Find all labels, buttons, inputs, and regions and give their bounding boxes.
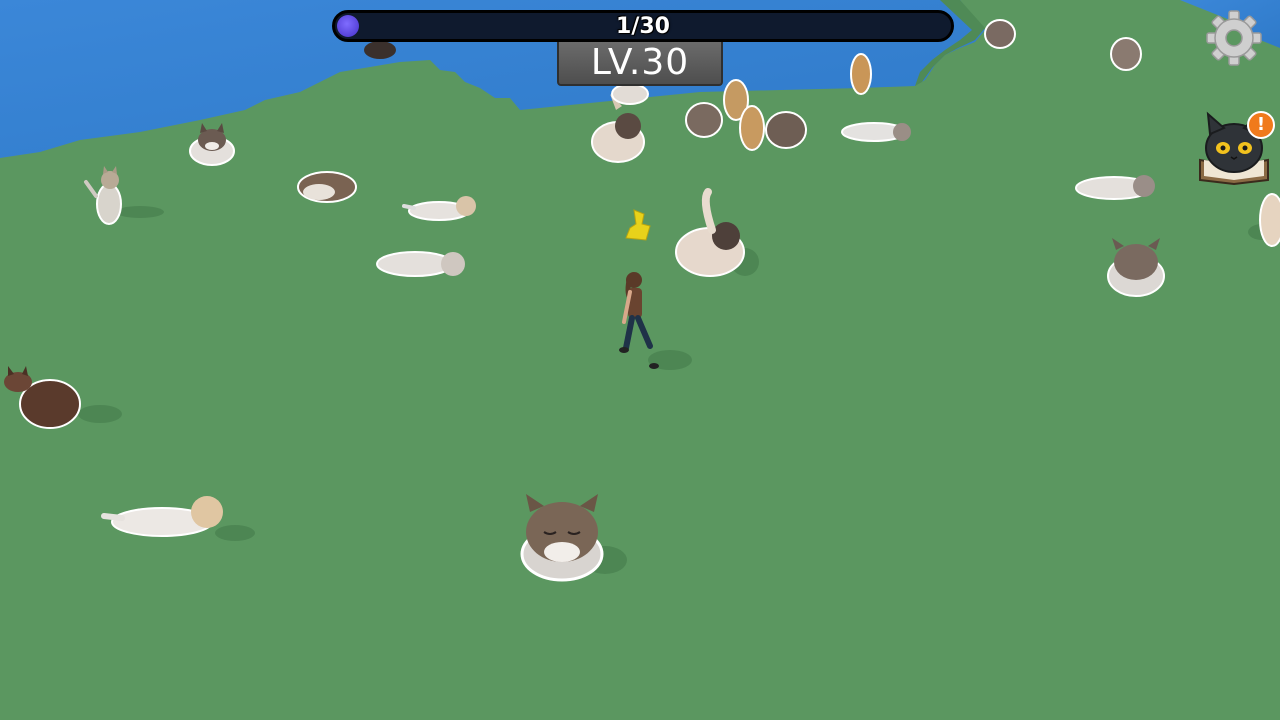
cat-big-loaf [520, 494, 604, 582]
progress-text: 1/30 [616, 13, 670, 39]
cat-lying-2 [376, 251, 465, 277]
cat-far-2 [1110, 37, 1142, 71]
settings-button[interactable] [1205, 9, 1263, 67]
cat-white-lying [841, 122, 911, 142]
cat-far-1 [984, 19, 1016, 49]
cat-curled [297, 171, 357, 203]
cat-far-dark [364, 41, 396, 59]
gear-icon [1206, 10, 1262, 66]
cat-orange-standing [850, 53, 872, 95]
cat-edge [1259, 193, 1280, 247]
game-world[interactable] [0, 0, 1280, 720]
capture-progress-bar: 1/30 [332, 10, 954, 42]
notification-text: ! [1256, 114, 1266, 135]
level-badge: LV.30 [557, 42, 723, 86]
cat-loaf-right [1107, 238, 1165, 297]
cat-catalog-button[interactable]: ! [1196, 110, 1275, 186]
